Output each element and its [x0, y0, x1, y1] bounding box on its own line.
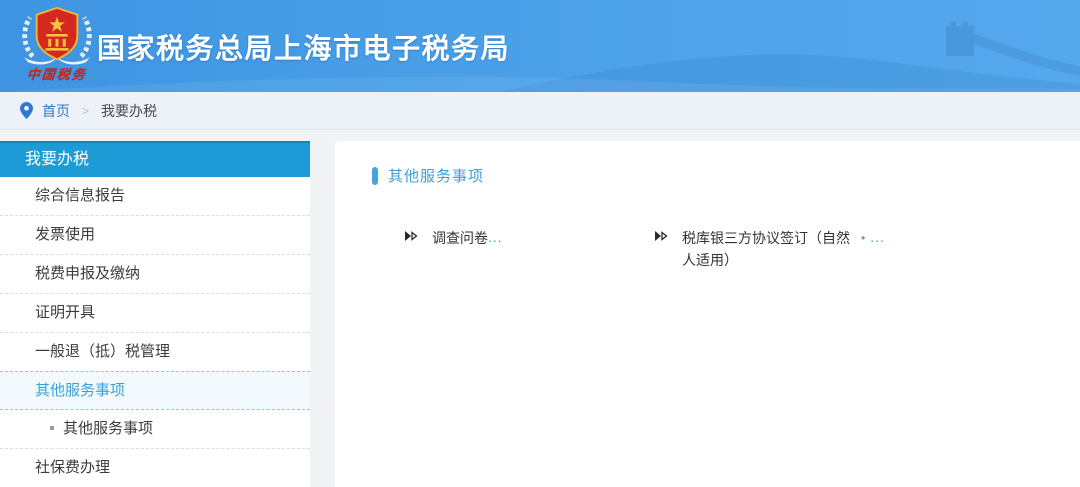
sidebar-item-general-tax-refund[interactable]: 一般退（抵）税管理: [0, 333, 310, 372]
tax-bureau-logo[interactable]: 中国税务: [18, 4, 96, 83]
double-arrow-icon: [405, 231, 418, 241]
breadcrumb: 首页 > 我要办税: [0, 92, 1080, 130]
service-item-survey[interactable]: 调查问卷 ...: [405, 228, 655, 271]
sidebar: 我要办税 综合信息报告 发票使用 税费申报及缴纳 证明开具 一般退（抵）税管理 …: [0, 141, 310, 487]
location-pin-icon: [20, 102, 33, 119]
sidebar-item-other-services-active[interactable]: 其他服务事项: [0, 371, 310, 410]
app-header: 中国税务 国家税务总局上海市电子税务局: [0, 0, 1080, 92]
site-title: 国家税务总局上海市电子税务局: [97, 27, 510, 67]
bullet-icon: [50, 426, 54, 430]
sidebar-item-tax-declaration-payment[interactable]: 税费申报及缴纳: [0, 255, 310, 294]
sidebar-subitem-label: 其他服务事项: [63, 420, 153, 437]
taxation-emblem-icon: [20, 4, 94, 66]
logo-caption: 中国税务: [17, 64, 97, 83]
service-item-tripartite-agreement[interactable]: 税库银三方协议签订（自然人适用） • ...: [655, 228, 905, 271]
breadcrumb-current: 我要办税: [101, 101, 157, 121]
sidebar-subitem-other-services[interactable]: 其他服务事项: [0, 410, 310, 449]
title-bar-icon: [372, 167, 378, 185]
service-item-label: 税库银三方协议签订（自然人适用）: [682, 228, 854, 271]
section-title-text: 其他服务事项: [388, 165, 484, 186]
content-panel: 其他服务事项 调查问卷 ...: [335, 141, 1080, 487]
service-items: 调查问卷 ... 税库银三方协议签订（自然人适用） • ...: [372, 228, 1060, 271]
main-area: 我要办税 综合信息报告 发票使用 税费申报及缴纳 证明开具 一般退（抵）税管理 …: [0, 141, 1080, 487]
ellipsis-more-link[interactable]: ...: [488, 228, 503, 248]
service-item-label: 调查问卷: [432, 228, 488, 250]
sidebar-item-comprehensive-info-report[interactable]: 综合信息报告: [0, 177, 310, 216]
sidebar-menu: 综合信息报告 发票使用 税费申报及缴纳 证明开具 一般退（抵）税管理 其他服务事…: [0, 177, 310, 487]
breadcrumb-separator: >: [82, 104, 89, 118]
dot-indicator-icon: •: [861, 228, 865, 248]
sidebar-header-woyaobanshui[interactable]: 我要办税: [0, 141, 310, 177]
sidebar-item-invoice-use[interactable]: 发票使用: [0, 216, 310, 255]
double-arrow-icon: [655, 231, 668, 241]
ellipsis-more-link[interactable]: ...: [870, 228, 885, 248]
breadcrumb-home-link[interactable]: 首页: [42, 101, 70, 121]
sidebar-item-social-insurance[interactable]: 社保费办理: [0, 449, 310, 487]
sidebar-item-certificate-issuance[interactable]: 证明开具: [0, 294, 310, 333]
section-title: 其他服务事项: [372, 165, 1060, 186]
